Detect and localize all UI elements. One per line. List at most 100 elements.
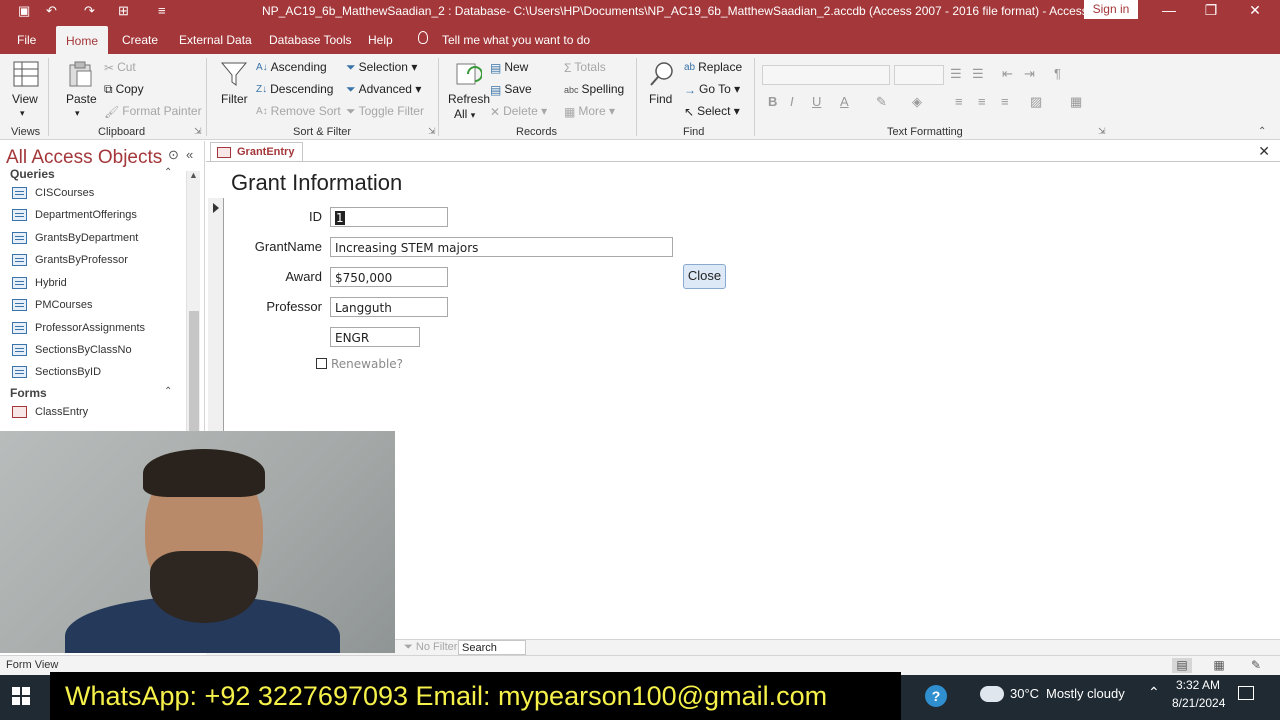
filter-icon[interactable] xyxy=(220,60,248,88)
font-name-combo[interactable] xyxy=(762,65,890,85)
weather-temperature[interactable]: 30°C xyxy=(1010,686,1039,701)
nav-item-query[interactable]: CISCourses xyxy=(12,187,94,200)
id-field[interactable]: 1 xyxy=(330,207,448,227)
no-filter-indicator[interactable]: ⏷ No Filter xyxy=(404,641,457,654)
find-button[interactable]: Find xyxy=(649,92,672,106)
tab-database-tools[interactable]: Database Tools xyxy=(269,33,352,47)
filter-button[interactable]: Filter xyxy=(221,92,248,106)
go-to-button[interactable]: → Go To ▾ xyxy=(684,82,740,97)
tab-create[interactable]: Create xyxy=(122,33,158,47)
close-document-icon[interactable]: ✕ xyxy=(1258,143,1270,160)
department-field[interactable]: ENGR xyxy=(330,327,420,347)
numbering-icon[interactable]: ☰ xyxy=(972,66,984,82)
nav-section-forms[interactable]: Forms xyxy=(10,386,47,400)
sort-filter-launcher-icon[interactable]: ⇲ xyxy=(428,126,436,137)
nav-pane-title[interactable]: All Access Objects xyxy=(6,147,162,169)
tell-me-search[interactable]: Tell me what you want to do xyxy=(442,33,590,47)
font-size-combo[interactable] xyxy=(894,65,944,85)
view-button[interactable]: View xyxy=(12,92,38,106)
customize-qat-icon[interactable]: ≡ xyxy=(158,3,166,18)
advanced-button[interactable]: ⏷ Advanced ▾ xyxy=(346,82,421,97)
align-right-icon[interactable]: ≡ xyxy=(1001,94,1009,109)
remove-sort-button[interactable]: A↕ Remove Sort xyxy=(256,104,341,118)
document-tab-grantentry[interactable]: GrantEntry xyxy=(210,142,304,162)
redo-icon[interactable]: ↷ xyxy=(84,3,95,19)
refresh-button[interactable]: Refresh xyxy=(448,92,490,106)
nav-item-query[interactable]: ProfessorAssignments xyxy=(12,322,145,335)
form-view-icon[interactable]: ▤ xyxy=(1172,658,1192,673)
form-view-icon[interactable]: ⊞ xyxy=(118,3,129,19)
save-icon[interactable]: ▣ xyxy=(18,3,30,19)
fill-color-icon[interactable]: ◈ xyxy=(912,94,922,110)
replace-button[interactable]: ab Replace xyxy=(684,60,742,74)
format-painter-button[interactable]: 🖌 Format Painter xyxy=(104,104,202,119)
bullets-icon[interactable]: ☰ xyxy=(950,66,962,82)
highlight-icon[interactable]: ✎ xyxy=(876,94,887,110)
text-formatting-launcher-icon[interactable]: ⇲ xyxy=(1098,126,1106,137)
delete-record-button[interactable]: ✕ Delete ▾ xyxy=(490,104,547,119)
clipboard-launcher-icon[interactable]: ⇲ xyxy=(194,126,202,137)
nav-item-query[interactable]: Hybrid xyxy=(12,277,67,290)
award-field[interactable]: $750,000 xyxy=(330,267,448,287)
select-button[interactable]: ↖ Select ▾ xyxy=(684,104,740,119)
nav-item-query[interactable]: PMCourses xyxy=(12,299,92,312)
design-view-icon[interactable]: ✎ xyxy=(1246,658,1266,673)
increase-indent-icon[interactable]: ⇥ xyxy=(1024,66,1035,82)
tab-home[interactable]: Home xyxy=(56,26,109,54)
tab-file[interactable]: File xyxy=(17,33,36,47)
refresh-icon[interactable] xyxy=(454,60,482,88)
background-image-icon[interactable]: ▨ xyxy=(1030,94,1042,110)
nav-item-query[interactable]: SectionsByClassNo xyxy=(12,344,132,357)
paste-icon[interactable] xyxy=(66,60,94,88)
sign-in-button[interactable]: Sign in xyxy=(1084,0,1138,19)
gridlines-icon[interactable]: ▦ xyxy=(1070,94,1082,110)
totals-button[interactable]: Σ Totals xyxy=(564,60,606,75)
clock-date[interactable]: 8/21/2024 xyxy=(1172,696,1225,710)
undo-icon[interactable]: ↶ xyxy=(46,3,57,19)
scroll-up-icon[interactable]: ▲ xyxy=(189,170,198,180)
record-selector[interactable] xyxy=(208,198,224,431)
spelling-button[interactable]: abc Spelling xyxy=(564,82,624,96)
tab-external-data[interactable]: External Data xyxy=(179,33,252,47)
italic-icon[interactable]: I xyxy=(790,94,794,109)
collapse-queries-icon[interactable]: ⌃ xyxy=(164,167,172,178)
notification-icon[interactable] xyxy=(1238,686,1254,700)
font-color-icon[interactable]: A xyxy=(840,94,849,109)
nav-section-queries[interactable]: Queries xyxy=(10,167,55,181)
descending-button[interactable]: Z↓ Descending xyxy=(256,82,333,96)
nav-item-query[interactable]: SectionsByID xyxy=(12,366,101,379)
close-form-button[interactable]: Close xyxy=(683,264,726,289)
decrease-indent-icon[interactable]: ⇤ xyxy=(1002,66,1013,82)
restore-icon[interactable]: ❐ xyxy=(1196,2,1226,19)
align-center-icon[interactable]: ≡ xyxy=(978,94,986,109)
nav-item-form[interactable]: ClassEntry xyxy=(12,406,88,419)
find-icon[interactable] xyxy=(648,60,676,88)
paste-button[interactable]: Paste xyxy=(66,92,97,106)
professor-field[interactable]: Langguth xyxy=(330,297,448,317)
paragraph-icon[interactable]: ¶ xyxy=(1054,66,1061,81)
grantname-field[interactable]: Increasing STEM majors xyxy=(330,237,673,257)
refresh-all-button[interactable]: All ▾ xyxy=(454,107,475,121)
view-dropdown-icon[interactable]: ▾ xyxy=(20,108,25,119)
nav-menu-icon[interactable]: ⊙ xyxy=(168,147,179,163)
nav-item-query[interactable]: GrantsByDepartment xyxy=(12,232,138,245)
collapse-ribbon-icon[interactable]: ⌃ xyxy=(1258,126,1266,137)
bold-icon[interactable]: B xyxy=(768,94,777,109)
nav-item-query[interactable]: GrantsByProfessor xyxy=(12,254,128,267)
close-window-icon[interactable]: ✕ xyxy=(1240,2,1270,19)
nav-scroll-thumb[interactable] xyxy=(189,311,199,431)
cut-button[interactable]: ✂ Cut xyxy=(104,60,136,75)
minimize-icon[interactable]: — xyxy=(1154,2,1184,18)
collapse-forms-icon[interactable]: ⌃ xyxy=(164,386,172,397)
ascending-button[interactable]: A↓ Ascending xyxy=(256,60,327,74)
windows-start-icon[interactable] xyxy=(12,687,30,705)
nav-item-query[interactable]: DepartmentOfferings xyxy=(12,209,137,222)
weather-description[interactable]: Mostly cloudy xyxy=(1046,686,1125,701)
more-button[interactable]: ▦ More ▾ xyxy=(564,104,615,119)
renewable-checkbox[interactable] xyxy=(316,358,327,369)
tab-help[interactable]: Help xyxy=(368,33,393,47)
view-icon[interactable] xyxy=(12,60,40,88)
shutter-bar-icon[interactable]: « xyxy=(186,147,193,162)
help-icon[interactable]: ? xyxy=(925,685,947,707)
align-left-icon[interactable]: ≡ xyxy=(955,94,963,109)
